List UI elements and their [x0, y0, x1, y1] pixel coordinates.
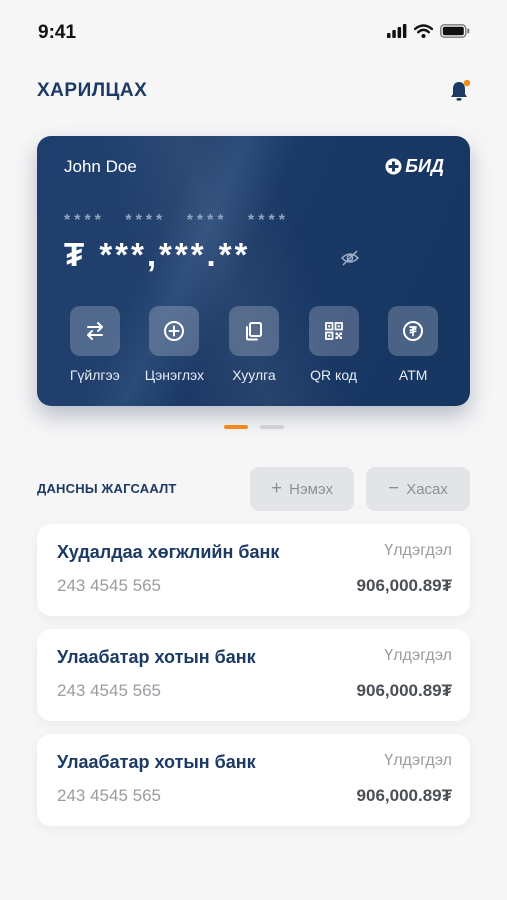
account-bank-name: Худалдаа хөгжлийн банк [57, 542, 280, 562]
qr-code-icon [324, 322, 343, 340]
status-icons [387, 24, 470, 38]
plus-icon: + [271, 478, 283, 499]
account-number: 243 4545 565 [57, 786, 161, 805]
account-balance: 906,000.89₮ [356, 681, 452, 700]
account-balance: 906,000.89₮ [356, 786, 452, 805]
card-holder-name: John Doe [64, 157, 137, 176]
account-balance-label: Үлдэгдэл [384, 542, 452, 559]
remove-account-button[interactable]: − Хасах [366, 467, 470, 511]
action-label: QR код [310, 367, 357, 383]
minus-icon: − [388, 478, 400, 499]
statement-button[interactable] [228, 306, 279, 356]
action-label: ATM [398, 367, 428, 383]
card-pager [224, 425, 284, 429]
account-number: 243 4545 565 [57, 576, 161, 595]
card-number-masked: **** **** **** **** [64, 212, 289, 229]
card-balance-masked: ₮ ***,***.** [64, 236, 251, 273]
status-bar: 9:41 [0, 0, 507, 64]
account-bank-name: Улаабатар хотын банк [57, 752, 256, 772]
copy-icon [245, 322, 262, 341]
action-label: Гүйлгээ [69, 367, 120, 383]
notification-bell-icon[interactable] [447, 78, 473, 104]
atm-button[interactable] [388, 306, 439, 356]
action-qr[interactable]: QR код [294, 306, 374, 383]
accounts-section-title: ДАНСНЫ ЖАГСААЛТ [37, 481, 177, 496]
qr-button[interactable] [308, 306, 359, 356]
transfer-button[interactable] [69, 306, 120, 356]
account-card[interactable]: Худалдаа хөгжлийн банк 243 4545 565 Үлдэ… [37, 524, 470, 616]
action-statement[interactable]: Хуулга [214, 306, 294, 383]
battery-icon [440, 24, 470, 38]
action-label: Хуулга [232, 367, 276, 383]
action-atm[interactable]: ATM [373, 306, 453, 383]
account-balance-label: Үлдэгдэл [384, 647, 452, 664]
action-transfer[interactable]: Гүйлгээ [55, 306, 135, 383]
action-label: Цэнэглэх [144, 367, 205, 383]
cellular-signal-icon [387, 24, 407, 38]
add-account-button[interactable]: + Нэмэх [250, 467, 354, 511]
atm-icon [403, 321, 424, 341]
page-title: ХАРИЛЦАХ [37, 80, 148, 101]
card-logo-text: БИД [405, 156, 444, 176]
account-bank-name: Улаабатар хотын банк [57, 647, 256, 667]
transfer-icon [86, 322, 103, 340]
bank-logo-icon [385, 158, 402, 175]
card-actions: Гүйлгээ Цэнэглэх Хуулга QR код ATM [55, 306, 453, 383]
account-card[interactable]: Улаабатар хотын банк 243 4545 565 Үлдэгд… [37, 734, 470, 826]
remove-account-label: Хасах [406, 480, 448, 498]
topup-button[interactable] [149, 306, 200, 356]
card-logo: БИД [385, 156, 444, 177]
wifi-icon [414, 24, 433, 38]
account-number: 243 4545 565 [57, 681, 161, 700]
status-time: 9:41 [38, 22, 77, 43]
add-account-label: Нэмэх [289, 480, 333, 498]
bank-card[interactable]: John Doe БИД **** **** **** **** ₮ ***,*… [37, 136, 470, 406]
eye-off-icon[interactable] [340, 248, 360, 268]
account-balance-label: Үлдэгдэл [384, 752, 452, 769]
account-card[interactable]: Улаабатар хотын банк 243 4545 565 Үлдэгд… [37, 629, 470, 721]
pager-dot-active[interactable] [224, 425, 248, 429]
action-topup[interactable]: Цэнэглэх [135, 306, 215, 383]
plus-circle-icon [164, 321, 185, 341]
account-balance: 906,000.89₮ [356, 576, 452, 595]
pager-dot[interactable] [260, 425, 284, 429]
